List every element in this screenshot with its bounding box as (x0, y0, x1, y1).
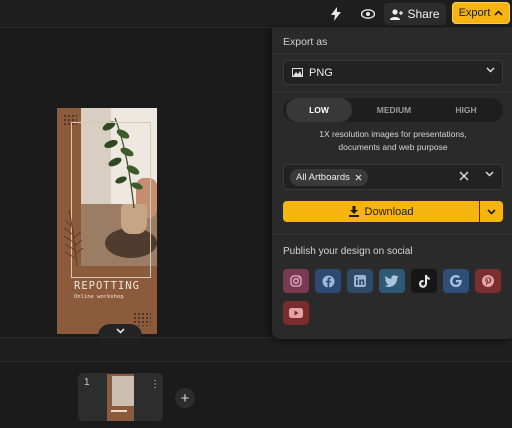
add-page-button[interactable]: + (175, 388, 195, 408)
decorative-dots (63, 114, 77, 126)
resolution-toggle: LOW MEDIUM HIGH (283, 98, 503, 122)
resolution-medium-option[interactable]: MEDIUM (361, 98, 427, 122)
remove-chip-icon[interactable] (355, 174, 362, 181)
download-icon (348, 206, 359, 217)
twitter-button[interactable] (379, 269, 405, 293)
chevron-down-icon[interactable] (485, 171, 494, 177)
google-button[interactable] (443, 269, 469, 293)
share-button[interactable]: Share (384, 3, 446, 25)
pinterest-icon (482, 275, 494, 287)
instagram-icon (290, 275, 302, 287)
pinterest-button[interactable] (475, 269, 501, 293)
export-panel: Export as PNG LOW MEDIUM HIGH 1X resolut… (272, 28, 512, 339)
download-button[interactable]: Download (283, 201, 479, 222)
page-thumbnail[interactable]: 1 ⋮ (78, 373, 163, 421)
twitter-icon (385, 275, 399, 287)
youtube-icon (289, 308, 303, 318)
share-label: Share (407, 7, 440, 21)
divider (272, 53, 512, 54)
divider (272, 234, 512, 235)
chevron-down-icon (115, 328, 125, 334)
export-label: Export (458, 7, 491, 19)
page-thumbnail-image (107, 374, 134, 421)
lightning-icon[interactable] (325, 4, 347, 24)
clear-selection-icon[interactable] (458, 170, 470, 182)
download-label: Download (364, 205, 414, 218)
linkedin-icon (354, 275, 366, 287)
preview-eye-icon[interactable] (357, 4, 379, 24)
facebook-button[interactable] (315, 269, 341, 293)
chevron-up-icon (494, 10, 503, 16)
pages-strip: 1 ⋮ + (0, 362, 512, 428)
divider (272, 92, 512, 93)
user-plus-icon (390, 8, 404, 20)
download-options-button[interactable] (480, 201, 503, 222)
tiktok-icon (418, 274, 430, 288)
chevron-down-icon (487, 208, 496, 215)
export-heading: Export as (283, 36, 328, 48)
export-button[interactable]: Export (452, 2, 510, 24)
format-value: PNG (309, 66, 333, 79)
social-heading: Publish your design on social (283, 246, 413, 257)
linkedin-button[interactable] (347, 269, 373, 293)
tiktok-button[interactable] (411, 269, 437, 293)
artboard-chip: All Artboards (290, 169, 368, 186)
pages-divider (0, 337, 512, 362)
format-select[interactable]: PNG (283, 60, 503, 85)
top-toolbar: Share Export (0, 0, 512, 28)
artboard-subtitle: Online workshop (74, 294, 124, 300)
decorative-dots (133, 312, 151, 326)
artboard-select[interactable]: All Artboards (283, 164, 503, 190)
artboard-preview[interactable]: REPOTTING Online workshop (57, 108, 157, 334)
chevron-down-icon (486, 67, 495, 73)
resolution-low-option[interactable]: LOW (286, 98, 352, 122)
plus-icon: + (180, 389, 190, 407)
page-number: 1 (84, 377, 90, 388)
artboard-chip-label: All Artboards (296, 172, 350, 183)
resolution-high-option[interactable]: HIGH (433, 98, 499, 122)
fern-illustration (63, 209, 84, 267)
page-menu-icon[interactable]: ⋮ (150, 379, 160, 390)
artboard-title: REPOTTING (74, 280, 140, 292)
google-icon (450, 275, 462, 287)
resolution-description: 1X resolution images for presentations, … (319, 129, 467, 152)
image-icon (292, 68, 303, 77)
youtube-button[interactable] (283, 301, 309, 325)
facebook-icon (322, 275, 334, 287)
instagram-button[interactable] (283, 269, 309, 293)
collapse-pages-button[interactable] (98, 324, 142, 338)
